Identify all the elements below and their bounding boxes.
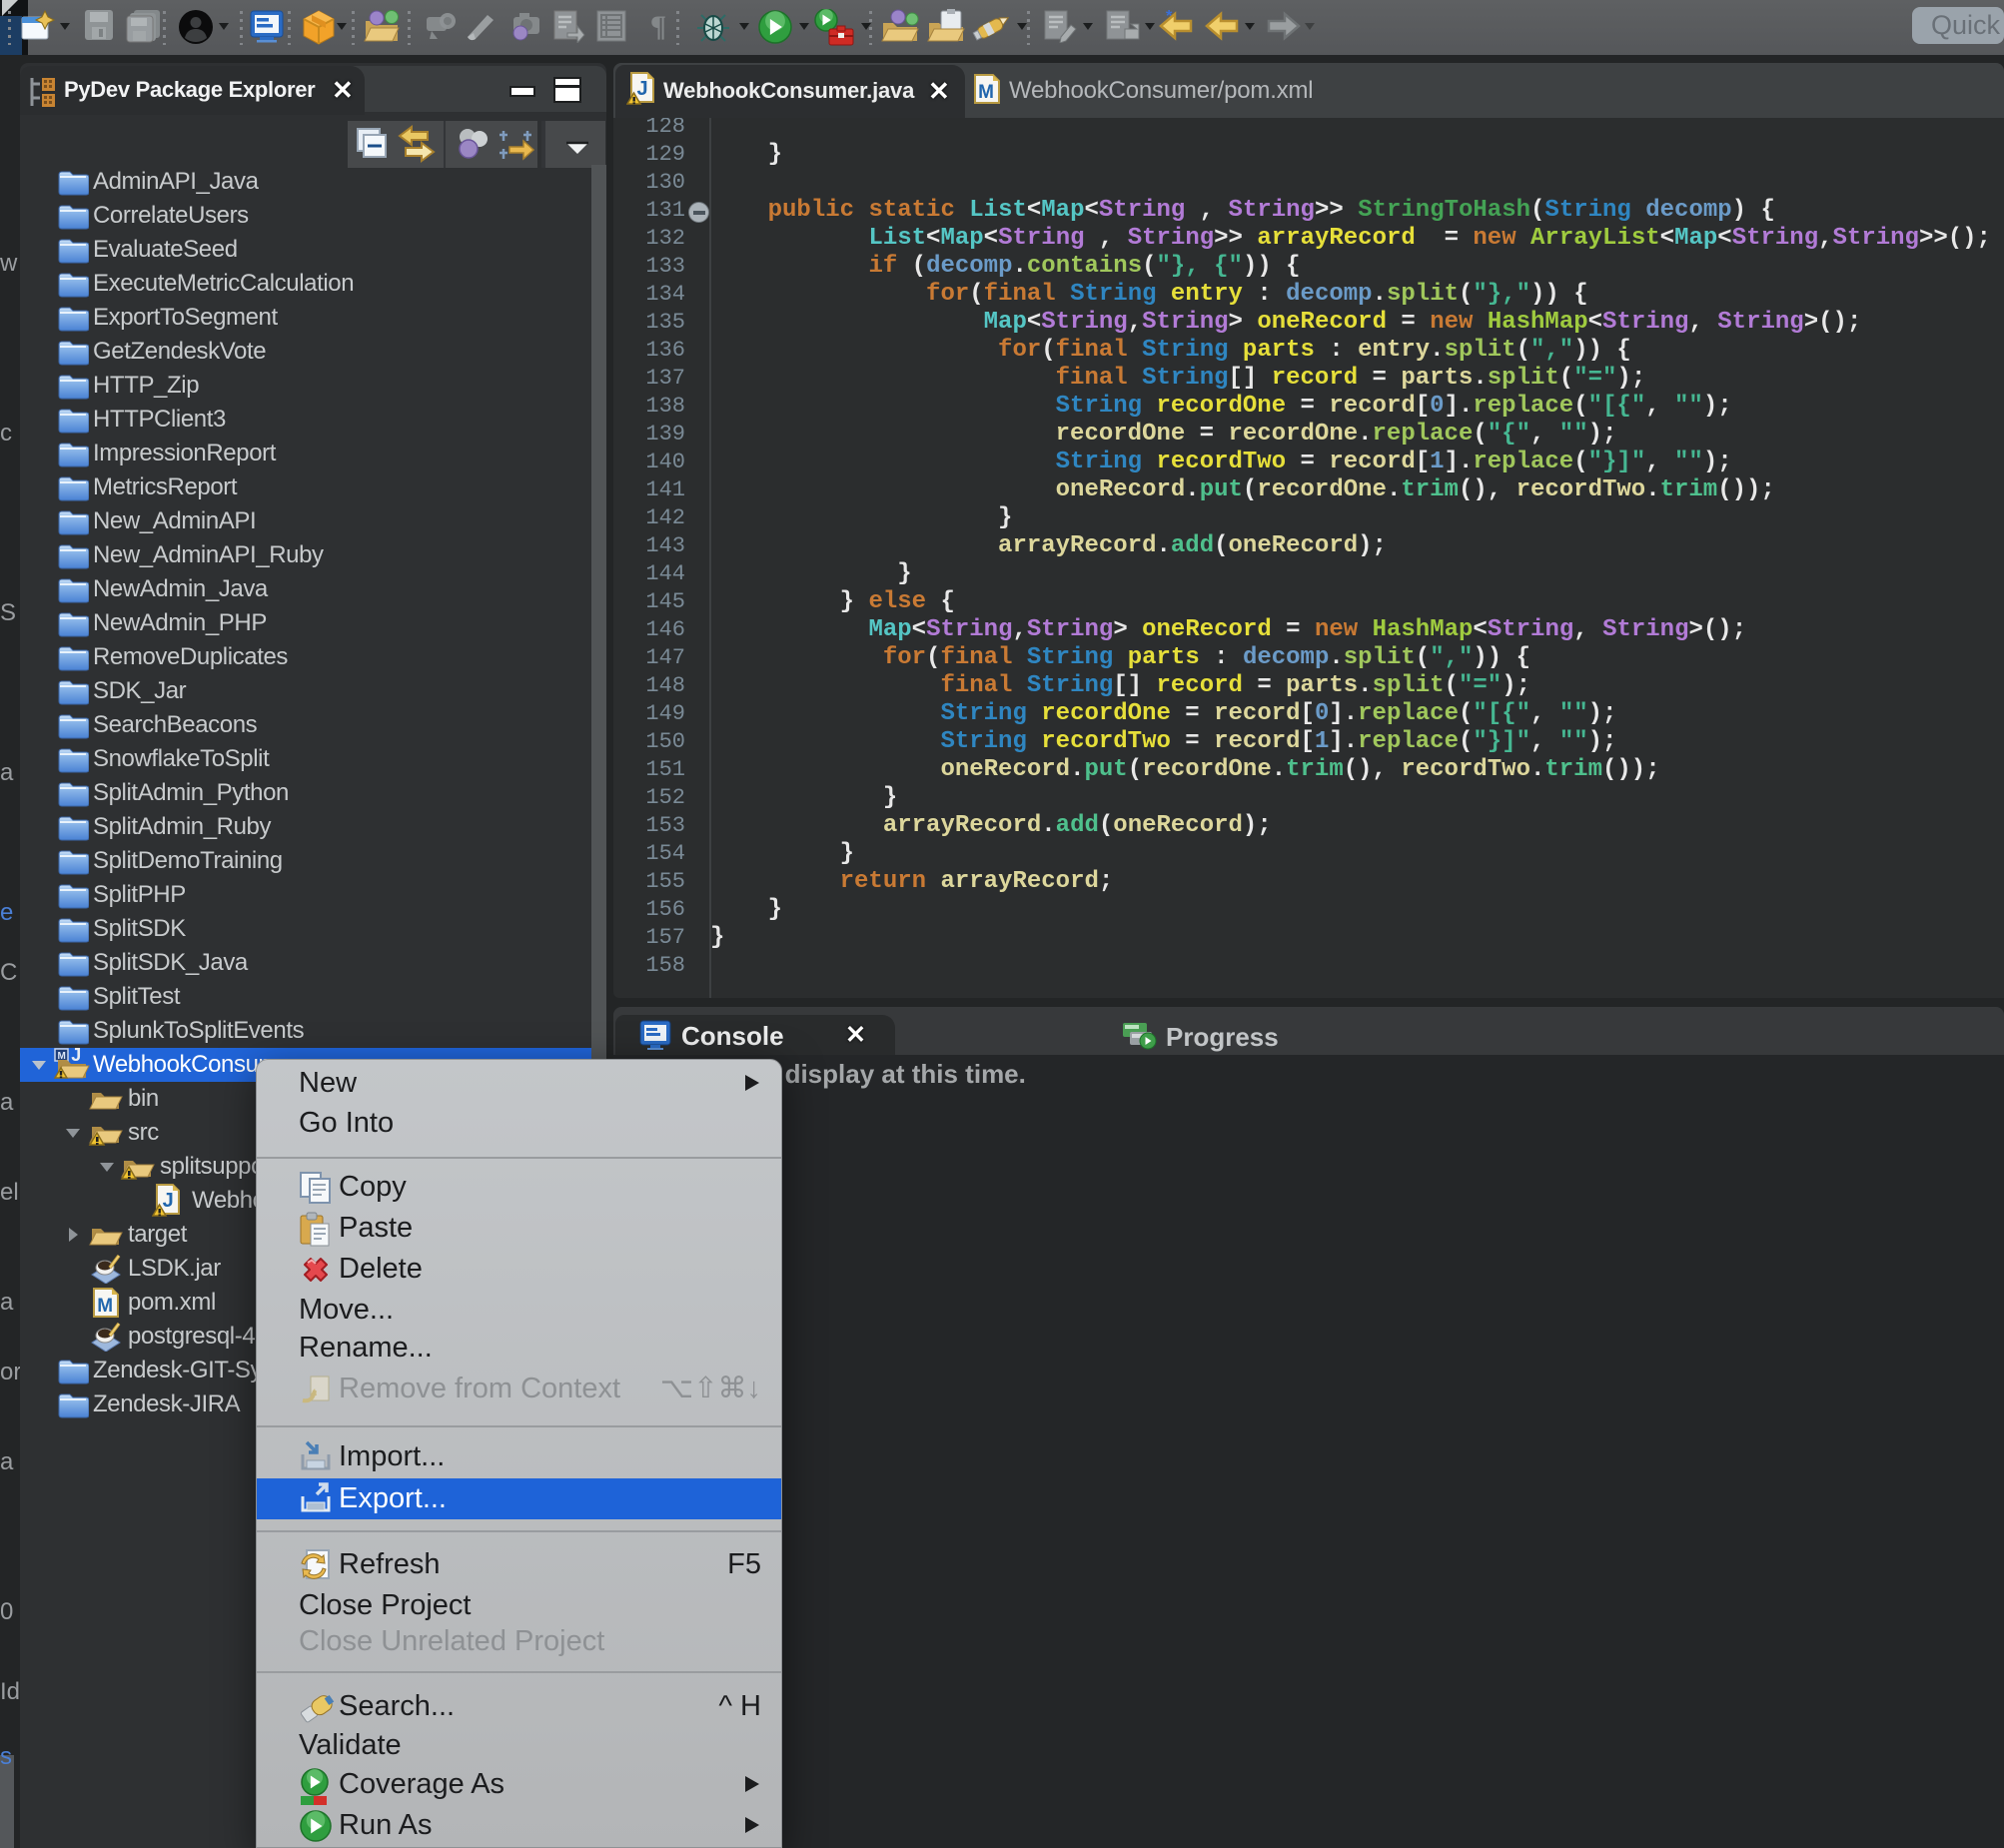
svg-text:M: M [978,82,994,103]
svg-text:*: * [1166,9,1173,25]
svg-text:J: J [636,78,647,100]
svg-text:J: J [163,1190,174,1212]
svg-text:¶: ¶ [650,10,666,43]
svg-text:J: J [71,1048,81,1065]
svg-text:M: M [97,1296,112,1317]
